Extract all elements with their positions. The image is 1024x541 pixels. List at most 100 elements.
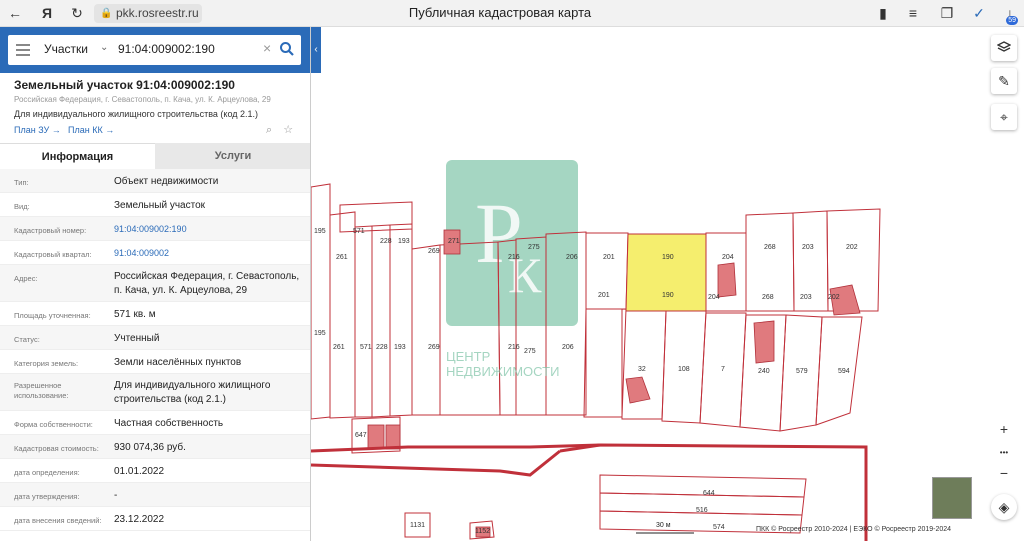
search-input[interactable]: 91:04:009002:190 [118, 42, 215, 56]
table-row: Кадастровая стоимость: 930 074,36 руб. [0, 435, 310, 459]
table-row: Вид: Земельный участок [0, 193, 310, 217]
svg-text:644: 644 [703, 490, 715, 497]
plan-kk-link[interactable]: План КК → [68, 125, 114, 135]
download-badge: 59 [1006, 16, 1018, 25]
reload-icon[interactable]: ↻ [68, 4, 86, 22]
table-row: Категория земель: Земли населённых пункт… [0, 350, 310, 374]
table-row: Кадастровый номер: 91:04:009002:190 [0, 217, 310, 241]
svg-text:261: 261 [336, 254, 348, 261]
row-value-line2: строительства (код 2.1.) [114, 394, 226, 405]
cadastral-quarter-link[interactable]: 91:04:009002 [114, 247, 169, 260]
table-row: дата утверждения: - [0, 483, 310, 507]
svg-text:268: 268 [762, 294, 774, 301]
svg-text:647: 647 [355, 432, 367, 439]
tabs-icon[interactable]: ❐ [938, 4, 956, 22]
object-title: Земельный участок 91:04:009002:190 [14, 78, 235, 92]
table-row: Площадь уточненная: 571 кв. м [0, 302, 310, 326]
menu-icon[interactable]: ≡ [904, 4, 922, 22]
svg-text:108: 108 [678, 366, 690, 373]
download-icon[interactable]: ↓ 59 [998, 4, 1022, 25]
row-value: - [114, 490, 118, 501]
row-value: Для индивидуального жилищного [114, 380, 271, 391]
layers-button[interactable] [991, 35, 1017, 61]
selected-parcel [625, 233, 707, 312]
svg-text:240: 240 [758, 368, 770, 375]
scale-label: 30 м [656, 522, 671, 529]
svg-text:190: 190 [662, 292, 674, 299]
row-value-line2: п. Кача, ул. К. Арцеулова, 29 [114, 285, 248, 296]
table-row: Статус: Учтенный [0, 326, 310, 350]
search-doc-icon[interactable]: ⌕ [266, 124, 272, 136]
cadastral-number-link[interactable]: 91:04:009002:190 [114, 223, 187, 236]
row-label: Разрешенное [14, 381, 62, 390]
plan-zu-link[interactable]: План ЗУ → [14, 125, 61, 135]
star-icon[interactable]: ☆ [283, 124, 293, 136]
bookmark-icon[interactable]: ▮ [874, 4, 892, 22]
watermark-center-line1: ЦЕНТР [446, 349, 490, 364]
svg-text:228: 228 [376, 344, 388, 351]
svg-text:216: 216 [508, 254, 520, 261]
svg-text:202: 202 [828, 294, 840, 301]
object-tools: ⌕ ☆ [266, 123, 293, 137]
row-value: Земельный участок [114, 200, 206, 211]
tab-services[interactable]: Услуги [155, 143, 310, 169]
row-value: Земли населённых пунктов [114, 357, 242, 368]
ruler-button[interactable]: ✎ [991, 68, 1017, 94]
watermark-center-line2: НЕДВИЖИМОСТИ [446, 364, 559, 379]
svg-text:579: 579 [796, 368, 808, 375]
search-icon[interactable] [279, 41, 295, 57]
page-title: Публичная кадастровая карта [408, 5, 592, 20]
table-row: дата определения: 01.01.2022 [0, 459, 310, 483]
svg-text:216: 216 [508, 344, 520, 351]
browser-toolbar: ← Я ↻ 🔒 pkk.rosreestr.ru Публичная кадас… [0, 0, 1024, 27]
shield-icon[interactable]: ✓ [970, 4, 988, 22]
chevron-down-icon[interactable]: ⌄ [100, 42, 108, 53]
buildings [367, 229, 861, 538]
row-label: Статус: [14, 335, 40, 344]
row-label: Категория земель: [14, 359, 79, 368]
svg-text:1131: 1131 [410, 522, 425, 529]
table-row: Адрес: Российская Федерация, г. Севастоп… [0, 265, 310, 302]
row-label: Кадастровый номер: [14, 226, 87, 235]
row-value: 571 кв. м [114, 309, 156, 320]
tab-information[interactable]: Информация [0, 143, 155, 169]
svg-text:275: 275 [524, 348, 536, 355]
row-label: Кадастровый квартал: [14, 250, 92, 259]
svg-text:204: 204 [708, 294, 720, 301]
table-row: дата внесения сведений: 23.12.2022 [0, 507, 310, 531]
svg-text:193: 193 [398, 238, 410, 245]
compass-button[interactable]: ◈ [991, 494, 1017, 520]
row-label: Тип: [14, 178, 29, 187]
address-bar[interactable]: 🔒 pkk.rosreestr.ru [94, 4, 202, 23]
row-label: Площадь уточненная: [14, 311, 91, 320]
svg-text:268: 268 [764, 244, 776, 251]
svg-text:206: 206 [566, 254, 578, 261]
svg-text:202: 202 [846, 244, 858, 251]
locate-button[interactable]: ⌖ [991, 104, 1017, 130]
minimap[interactable] [932, 477, 972, 519]
svg-text:201: 201 [603, 254, 615, 261]
category-select[interactable]: Участки [44, 42, 88, 56]
svg-text:275: 275 [528, 244, 540, 251]
map-attribution: ПКК © Росреестр 2010-2024 | ЕЭКО © Росре… [756, 526, 952, 533]
svg-text:571: 571 [353, 228, 365, 235]
row-label: Кадастровая стоимость: [14, 444, 99, 453]
hamburger-icon[interactable] [16, 44, 30, 56]
svg-text:193: 193 [394, 344, 406, 351]
svg-text:516: 516 [696, 507, 708, 514]
pencil-icon: ✎ [998, 73, 1010, 89]
zoom-in-button[interactable]: + [991, 416, 1017, 442]
svg-text:195: 195 [314, 228, 326, 235]
crosshair-icon: ⌖ [1000, 109, 1008, 125]
svg-text:228: 228 [380, 238, 392, 245]
table-row: Разрешенное использование: Для индивидуа… [0, 374, 310, 411]
yandex-icon[interactable]: Я [38, 4, 56, 22]
svg-text:269: 269 [428, 344, 440, 351]
close-icon[interactable]: × [263, 40, 271, 56]
search-bar: Участки ⌄ 91:04:009002:190 × [0, 27, 310, 73]
zoom-out-button[interactable]: − [991, 460, 1017, 486]
back-icon[interactable]: ← [6, 4, 24, 22]
compass-icon: ◈ [998, 499, 1010, 515]
row-label: дата внесения сведений: [14, 516, 102, 525]
collapse-panel-button[interactable]: ‹ [311, 27, 321, 73]
